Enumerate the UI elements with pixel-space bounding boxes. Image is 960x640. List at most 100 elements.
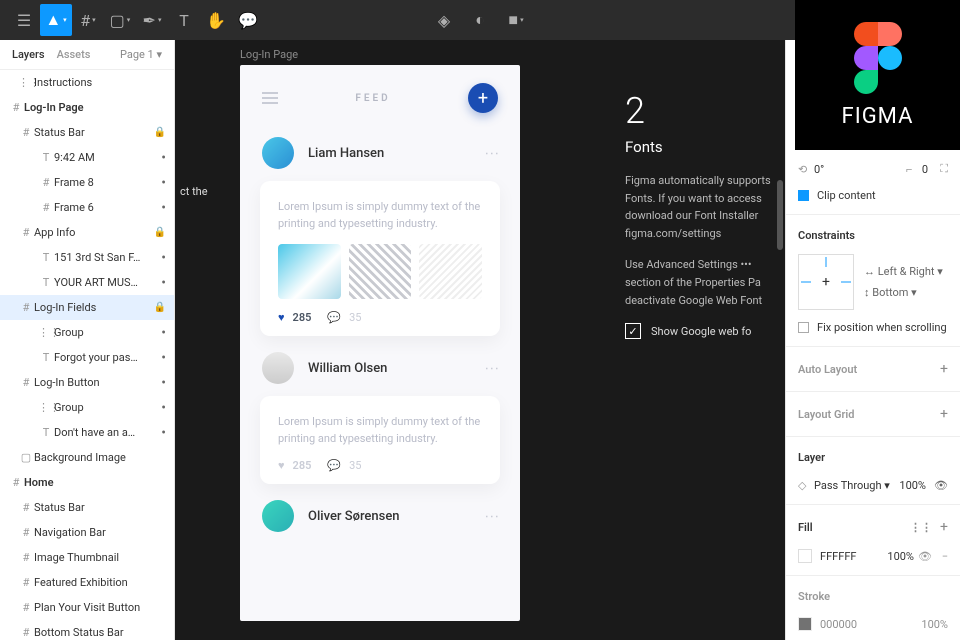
lock-icon[interactable]: 🔒 [154,302,166,313]
visibility-dot[interactable]: • [161,376,166,390]
layer-row[interactable]: #Frame 6• [0,195,174,220]
post-author-row[interactable]: William Olsen ⋮ [240,342,520,394]
layer-name: Plan Your Visit Button [34,601,166,614]
layer-row[interactable]: ⋮⋮Instructions [0,70,174,95]
layer-row[interactable]: ⋮⋮Group• [0,395,174,420]
layer-row[interactable]: TYOUR ART MUS…• [0,270,174,295]
likes-count: 285 [293,311,312,324]
more-icon[interactable]: ⋮ [484,510,500,523]
scrollbar[interactable] [777,180,783,250]
page-selector[interactable]: Page 1 ▾ [120,48,162,61]
more-icon[interactable]: ⋮ [484,147,500,160]
layer-row[interactable]: #Status Bar [0,495,174,520]
pen-tool[interactable]: ✒▾ [136,4,168,36]
layer-row[interactable]: #App Info🔒 [0,220,174,245]
layer-row[interactable]: #Plan Your Visit Button [0,595,174,620]
rotation-value[interactable]: 0° [814,163,824,176]
layer-row[interactable]: #Status Bar🔒 [0,120,174,145]
layout-grid-header[interactable]: Layout Grid+ [786,398,960,430]
visibility-dot[interactable]: • [161,176,166,190]
layer-row[interactable]: #Log-In Fields🔒 [0,295,174,320]
plus-icon[interactable]: + [940,519,948,535]
expand-icon[interactable]: ⛶ [928,162,948,176]
hand-tool[interactable]: ✋ [200,4,232,36]
layer-row[interactable]: #Log-In Page [0,95,174,120]
comment-icon[interactable]: 💬 [327,311,341,324]
layer-row[interactable]: #Log-In Button• [0,370,174,395]
layer-row[interactable]: #Image Thumbnail [0,545,174,570]
layers-tab[interactable]: Layers [12,48,45,61]
fix-position-row[interactable]: Fix position when scrolling [786,314,960,340]
boolean-icon[interactable]: ■▾ [500,4,532,36]
layer-row[interactable]: T151 3rd St San F…• [0,245,174,270]
post-author-row[interactable]: Liam Hansen ⋮ [240,127,520,179]
minus-icon[interactable]: − [932,550,948,563]
text-tool[interactable]: T [168,4,200,36]
canvas[interactable]: Log-In Page ct the FEED + Liam Hansen ⋮ … [175,40,785,640]
heart-icon[interactable]: ♥ [278,311,285,324]
style-icon[interactable]: ⋮⋮ [910,521,932,534]
visibility-dot[interactable]: • [161,426,166,440]
eye-icon[interactable]: 👁 [926,479,948,492]
stroke-swatch[interactable] [798,617,812,631]
layer-row[interactable]: TDon't have an a…• [0,420,174,445]
opacity-value[interactable]: 100% [899,479,926,492]
blend-mode-select[interactable]: Pass Through ▾ [814,479,890,492]
constraints-widget[interactable]: + [798,254,854,310]
visibility-dot[interactable]: • [161,401,166,415]
fill-hex[interactable]: FFFFFF [820,550,856,563]
google-fonts-checkbox[interactable]: ✓ Show Google web fo [625,323,785,339]
visibility-dot[interactable]: • [161,201,166,215]
plus-icon[interactable]: + [940,406,948,422]
layer-row[interactable]: #Featured Exhibition [0,570,174,595]
fill-swatch[interactable] [798,549,812,563]
visibility-dot[interactable]: • [161,351,166,365]
frame-label[interactable]: Log-In Page [240,48,298,61]
layer-row[interactable]: TForgot your pas…• [0,345,174,370]
visibility-dot[interactable]: • [161,251,166,265]
hamburger-icon[interactable] [262,92,278,104]
feed-card[interactable]: Lorem Ipsum is simply dummy text of the … [260,181,500,336]
thumbnail[interactable] [419,244,482,299]
heart-icon[interactable]: ♥ [278,459,285,472]
fill-opacity[interactable]: 100% [887,550,914,563]
layer-name: Bottom Status Bar [34,626,166,639]
layer-row[interactable]: T9:42 AM• [0,145,174,170]
phone-frame[interactable]: FEED + Liam Hansen ⋮ Lorem Ipsum is simp… [240,65,520,621]
eye-icon[interactable]: 👁 [914,550,932,563]
clip-content-row[interactable]: Clip content [786,182,960,208]
feed-card[interactable]: Lorem Ipsum is simply dummy text of the … [260,396,500,484]
author-name: Liam Hansen [308,146,485,161]
layer-row[interactable]: ⋮⋮Group• [0,320,174,345]
mask-icon[interactable]: ◐ [464,4,496,36]
layer-row[interactable]: ▢Background Image [0,445,174,470]
auto-layout-header[interactable]: Auto Layout+ [786,353,960,385]
plus-icon[interactable]: + [940,361,948,377]
stroke-hex[interactable]: 000000 [820,618,857,631]
add-button[interactable]: + [468,83,498,113]
more-icon[interactable]: ⋮ [484,362,500,375]
menu-icon[interactable]: ☰ [8,4,40,36]
lock-icon[interactable]: 🔒 [154,127,166,138]
thumbnail[interactable] [349,244,412,299]
post-author-row[interactable]: Oliver Sørensen ⋮ [240,490,520,542]
constraint-x-select[interactable]: ↔ Left & Right ▾ [864,261,960,282]
frame-tool[interactable]: #▾ [72,4,104,36]
component-icon[interactable]: ◈ [428,4,460,36]
visibility-dot[interactable]: • [161,326,166,340]
shape-tool[interactable]: ▢▾ [104,4,136,36]
constraint-y-select[interactable]: ↕ Bottom ▾ [864,282,960,303]
move-tool[interactable]: ▲▾ [40,4,72,36]
layer-row[interactable]: #Frame 8• [0,170,174,195]
thumbnail[interactable] [278,244,341,299]
layer-row[interactable]: #Navigation Bar [0,520,174,545]
visibility-dot[interactable]: • [161,276,166,290]
lock-icon[interactable]: 🔒 [154,227,166,238]
layer-row[interactable]: #Bottom Status Bar [0,620,174,640]
assets-tab[interactable]: Assets [57,48,91,61]
comment-icon[interactable]: 💬 [327,459,341,472]
comment-tool[interactable]: 💬 [232,4,264,36]
stroke-opacity[interactable]: 100% [921,618,948,631]
layer-row[interactable]: #Home [0,470,174,495]
visibility-dot[interactable]: • [161,151,166,165]
